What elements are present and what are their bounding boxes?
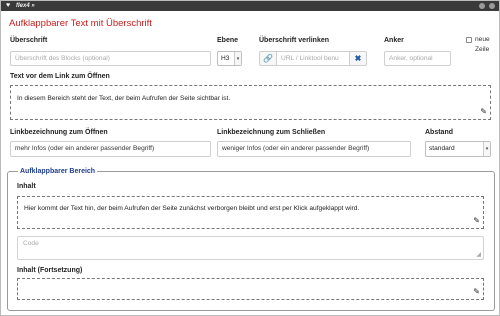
text-before-content: In diesem Bereich steht der Text, der be…: [17, 95, 231, 102]
editor-window: ♥ flex4 » Aufklappbarer Text mit Übersch…: [0, 0, 500, 316]
window-title: flex4 »: [16, 3, 35, 9]
window-titlebar: ♥ flex4 »: [1, 1, 499, 11]
chevron-updown-icon: ▾: [234, 52, 241, 65]
block-title: Aufklappbarer Text mit Überschrift: [9, 18, 152, 29]
heading-label: Überschrift: [10, 37, 48, 44]
text-before-editor[interactable]: In diesem Bereich steht der Text, der be…: [10, 85, 491, 120]
chevron-updown-icon: ▾: [483, 142, 490, 156]
continuation-editor[interactable]: ✎: [17, 278, 484, 300]
new-line-label: neue: [475, 36, 490, 43]
pencil-icon[interactable]: ✎: [473, 288, 480, 296]
level-select[interactable]: H3 ▾: [217, 51, 242, 66]
content-text: Hier kommt der Text hin, der beim Aufruf…: [24, 205, 360, 212]
collapsible-legend: Aufklappbarer Bereich: [18, 167, 98, 176]
close-link-input[interactable]: weniger Infos (oder ein anderer passende…: [217, 141, 411, 157]
content-label: Inhalt: [17, 183, 36, 190]
close-window-button[interactable]: [489, 3, 495, 9]
open-link-input[interactable]: mehr Infos (oder ein anderer passender B…: [10, 141, 211, 157]
heart-icon: ♥: [6, 2, 11, 9]
link-label: Überschrift verlinken: [259, 37, 330, 44]
level-label: Ebene: [217, 37, 239, 44]
code-textarea[interactable]: Code ◢: [17, 236, 484, 260]
resize-grip-icon[interactable]: ◢: [476, 252, 481, 258]
level-value: H3: [221, 55, 230, 62]
heading-input[interactable]: Überschrift des Blocks (optional): [10, 51, 211, 66]
code-placeholder: Code: [23, 240, 39, 247]
text-before-label: Text vor dem Link zum Öffnen: [10, 73, 110, 80]
new-line-label-cont: Zeile: [475, 46, 490, 53]
collapsible-section: Aufklappbarer Bereich Inhalt Hier kommt …: [7, 167, 495, 311]
link-url-input[interactable]: URL / Linktool benu: [276, 51, 350, 66]
spacing-select[interactable]: standard ▾: [425, 141, 491, 157]
spacing-label: Abstand: [425, 129, 453, 136]
spacing-value: standard: [429, 145, 455, 152]
continuation-label: Inhalt (Fortsetzung): [17, 267, 83, 274]
close-link-label: Linkbezeichnung zum Schließen: [217, 129, 326, 136]
new-line-checkbox[interactable]: [466, 37, 472, 43]
open-link-label: Linkbezeichnung zum Öffnen: [10, 129, 108, 136]
content-editor[interactable]: Hier kommt der Text hin, der beim Aufruf…: [17, 196, 484, 229]
clear-link-button[interactable]: ✖: [350, 51, 367, 66]
anchor-input[interactable]: Anker, optional: [384, 51, 451, 66]
link-icon[interactable]: 🔗: [259, 51, 276, 66]
pencil-icon[interactable]: ✎: [473, 217, 480, 225]
minimize-button[interactable]: [479, 3, 485, 9]
anchor-label: Anker: [384, 37, 404, 44]
pencil-icon[interactable]: ✎: [480, 108, 487, 116]
